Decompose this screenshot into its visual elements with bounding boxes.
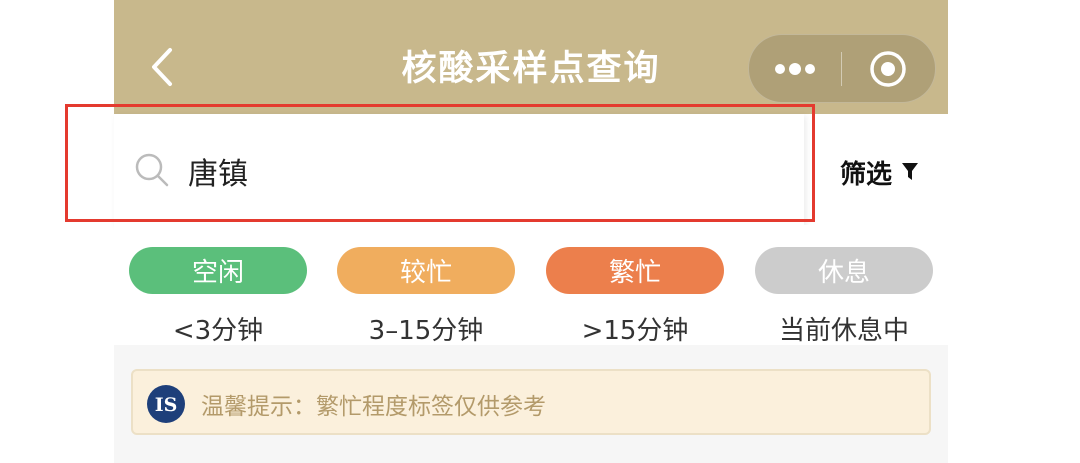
mini-program-screen: 核酸采样点查询 唐镇 筛选 空闲 <3分钟 较忙 3–15分钟 繁忙 >15分钟… <box>114 0 948 463</box>
search-field[interactable] <box>114 114 804 225</box>
logo-icon: IS <box>147 385 185 423</box>
legend-desc-moderate: 3–15分钟 <box>368 316 484 346</box>
status-badge-moderate: 较忙 <box>337 247 515 294</box>
legend-desc-rest: 当前休息中 <box>778 316 909 346</box>
status-badge-idle: 空闲 <box>129 247 307 294</box>
search-icon <box>135 153 169 187</box>
svg-text:IS: IS <box>155 394 178 416</box>
more-dots-icon <box>775 62 815 75</box>
legend-desc-busy: >15分钟 <box>581 316 689 346</box>
close-button[interactable] <box>842 35 934 102</box>
legend-item-rest: 休息 当前休息中 <box>755 247 933 347</box>
legend-item-moderate: 较忙 3–15分钟 <box>337 247 515 347</box>
status-badge-busy: 繁忙 <box>546 247 724 294</box>
legend-item-idle: 空闲 <3分钟 <box>129 247 307 347</box>
filter-label: 筛选 <box>840 159 893 190</box>
status-badge-rest: 休息 <box>755 247 933 294</box>
busy-legend: 空闲 <3分钟 较忙 3–15分钟 繁忙 >15分钟 休息 当前休息中 <box>114 225 948 347</box>
funnel-icon <box>902 163 919 180</box>
tip-text: 温馨提示：繁忙程度标签仅供参考 <box>201 394 546 420</box>
legend-desc-idle: <3分钟 <box>172 316 264 346</box>
filter-button[interactable]: 筛选 <box>840 152 919 192</box>
search-bar: 筛选 <box>114 114 948 225</box>
tip-banner: IS 温馨提示：繁忙程度标签仅供参考 <box>131 369 931 435</box>
navigation-bar: 核酸采样点查询 <box>114 0 948 114</box>
target-close-icon <box>870 50 906 87</box>
capsule-menu <box>748 34 936 103</box>
search-input[interactable] <box>186 144 770 198</box>
legend-item-busy: 繁忙 >15分钟 <box>546 247 724 347</box>
more-button[interactable] <box>749 35 841 102</box>
